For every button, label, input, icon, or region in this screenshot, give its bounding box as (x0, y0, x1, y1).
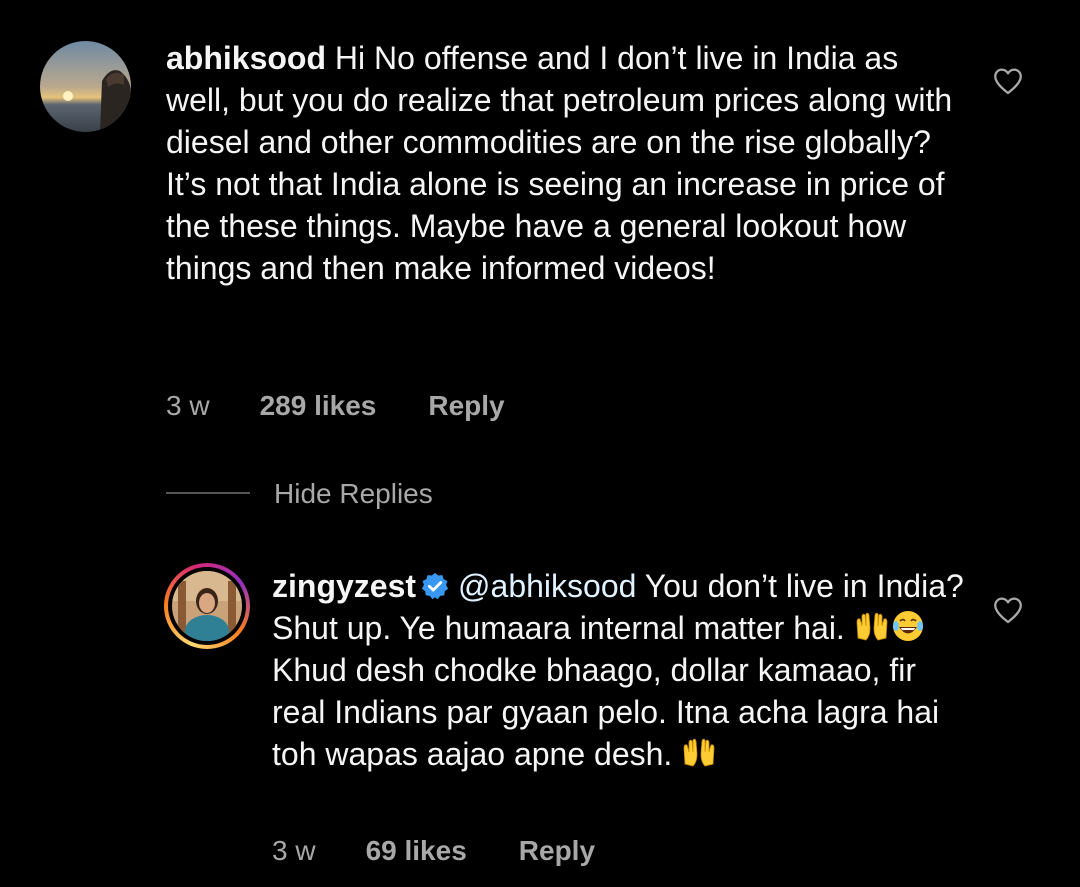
like-heart-icon[interactable] (991, 593, 1025, 627)
comment-timestamp: 3 w (166, 390, 210, 421)
reply-text-line2: Khud desh chodke bhaago, dollar kamaao, … (272, 652, 940, 772)
reply-username[interactable]: zingyzest (272, 568, 416, 604)
reply-mention-link[interactable]: @abhiksood (458, 568, 636, 604)
reply-body: zingyzest @abhiksood You don’t live in In… (272, 565, 972, 775)
avatar-story-ring[interactable] (164, 563, 250, 649)
reply-button[interactable]: Reply (519, 835, 595, 867)
reply-button[interactable]: Reply (428, 390, 504, 422)
avatar-zingyzest (172, 571, 242, 641)
raising-hands-emoji (683, 738, 715, 767)
comment-username[interactable]: abhiksood (166, 40, 326, 76)
verified-badge-icon (421, 572, 449, 600)
avatar-photo (172, 571, 242, 641)
reply-timestamp: 3 w (272, 835, 316, 866)
like-heart-icon[interactable] (991, 64, 1025, 98)
avatar-photo (40, 41, 131, 132)
likes-count[interactable]: 289 likes (260, 390, 377, 422)
reply-meta: 3 w 69 likes Reply (272, 835, 595, 867)
joy-emoji (892, 611, 923, 641)
hide-replies-button[interactable]: Hide Replies (274, 478, 433, 510)
replies-divider (166, 492, 250, 494)
likes-count[interactable]: 69 likes (366, 835, 467, 867)
comment-meta: 3 w 289 likes Reply (166, 390, 505, 422)
comment-body: abhiksood Hi No offense and I don’t live… (166, 37, 966, 289)
avatar-abhiksood[interactable] (40, 41, 131, 132)
comment-text: Hi No offense and I don’t live in India … (166, 40, 953, 286)
raising-hands-emoji (856, 612, 888, 641)
